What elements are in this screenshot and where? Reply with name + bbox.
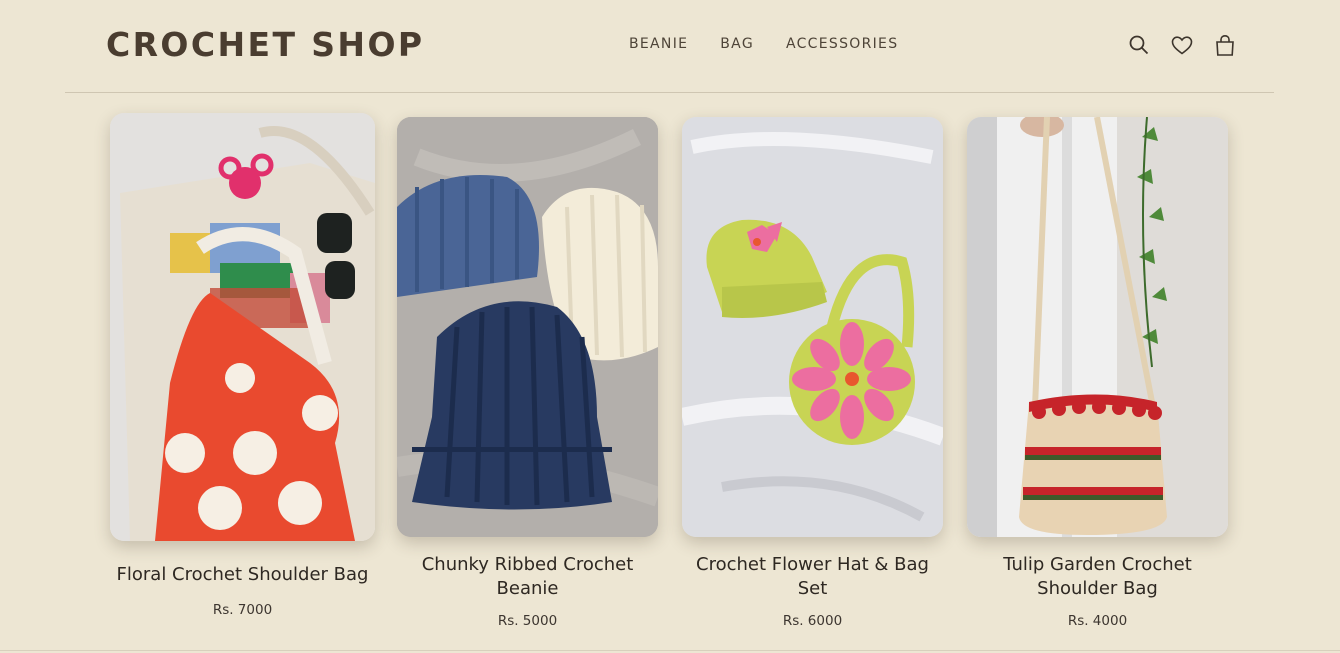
nav-accessories[interactable]: ACCESSORIES [786,36,898,52]
brand-logo[interactable]: CROCHET SHOP [106,25,425,64]
product-title[interactable]: Floral Crochet Shoulder Bag [110,563,375,587]
product-image[interactable] [967,117,1228,537]
nav-beanie[interactable]: BEANIE [629,36,688,52]
header-icons [1127,33,1237,57]
product-image[interactable] [682,117,943,537]
product-card[interactable]: Crochet Flower Hat & Bag Set Rs. 6000 [682,117,943,629]
product-price: Rs. 5000 [497,613,558,629]
header-divider [65,92,1274,93]
search-icon[interactable] [1127,33,1151,57]
product-card[interactable]: Floral Crochet Shoulder Bag Rs. 7000 [110,113,375,618]
main-nav: BEANIE BAG ACCESSORIES [629,36,898,52]
page-bottom-edge [0,650,1340,651]
product-title[interactable]: Chunky Ribbed Crochet Beanie [397,553,658,601]
heart-icon[interactable] [1170,33,1194,57]
product-image[interactable] [397,117,658,537]
site-header: CROCHET SHOP BEANIE BAG ACCESSORIES [0,0,1340,92]
product-image[interactable] [110,113,375,541]
product-price: Rs. 7000 [212,602,273,618]
nav-bag[interactable]: BAG [720,36,754,52]
product-card[interactable]: Tulip Garden Crochet Shoulder Bag Rs. 40… [967,117,1228,629]
product-price: Rs. 6000 [782,613,843,629]
product-title[interactable]: Tulip Garden Crochet Shoulder Bag [967,553,1228,601]
product-card[interactable]: Chunky Ribbed Crochet Beanie Rs. 5000 [397,117,658,629]
product-title[interactable]: Crochet Flower Hat & Bag Set [682,553,943,601]
product-price: Rs. 4000 [1067,613,1128,629]
bag-icon[interactable] [1213,33,1237,57]
